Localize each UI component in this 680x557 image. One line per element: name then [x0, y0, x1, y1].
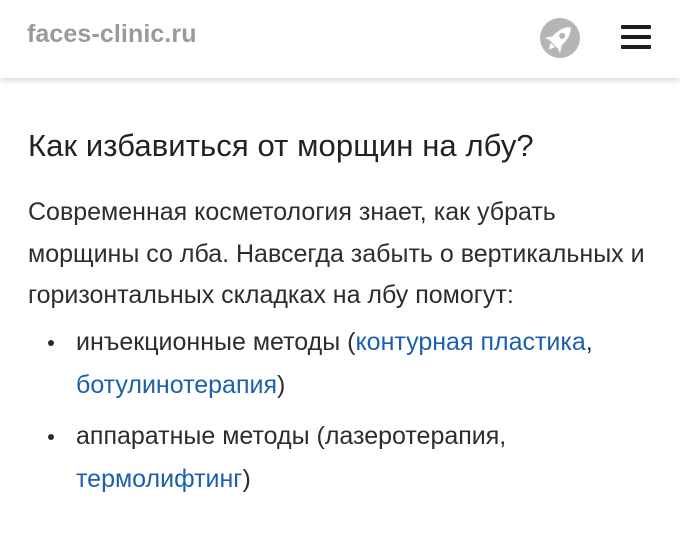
menu-bar: [621, 45, 651, 49]
bullet-icon: [48, 433, 54, 440]
botulinum-therapy-link[interactable]: ботулинотерапия: [76, 371, 277, 399]
article: Как избавиться от морщин на лбу? Совреме…: [28, 126, 658, 509]
thermolifting-link[interactable]: термолифтинг: [76, 465, 242, 493]
article-title: Как избавиться от морщин на лбу?: [28, 128, 534, 163]
list-item: инъекционные методы (контурная пластика,…: [28, 321, 596, 407]
bullet-icon: [48, 339, 54, 346]
item-suffix: ): [277, 370, 286, 399]
top-bar: faces-clinic.ru: [0, 0, 680, 78]
item-separator: ,: [585, 327, 593, 356]
hamburger-menu-icon[interactable]: [621, 25, 651, 49]
item-text: инъекционные методы (: [76, 327, 356, 356]
article-intro: Современная косметология знает, как убра…: [28, 198, 645, 309]
list-item: аппаратные методы (лазеротерапия, термол…: [28, 415, 596, 501]
rocket-icon[interactable]: [538, 16, 582, 60]
item-text: аппаратные методы (лазеротерапия,: [76, 421, 507, 450]
contour-plastic-link[interactable]: контурная пластика: [355, 328, 585, 356]
menu-bar: [621, 35, 651, 39]
site-logo-text[interactable]: faces-clinic.ru: [27, 20, 197, 49]
methods-list: инъекционные методы (контурная пластика,…: [28, 321, 658, 501]
menu-bar: [621, 25, 651, 29]
item-suffix: ): [242, 464, 251, 493]
